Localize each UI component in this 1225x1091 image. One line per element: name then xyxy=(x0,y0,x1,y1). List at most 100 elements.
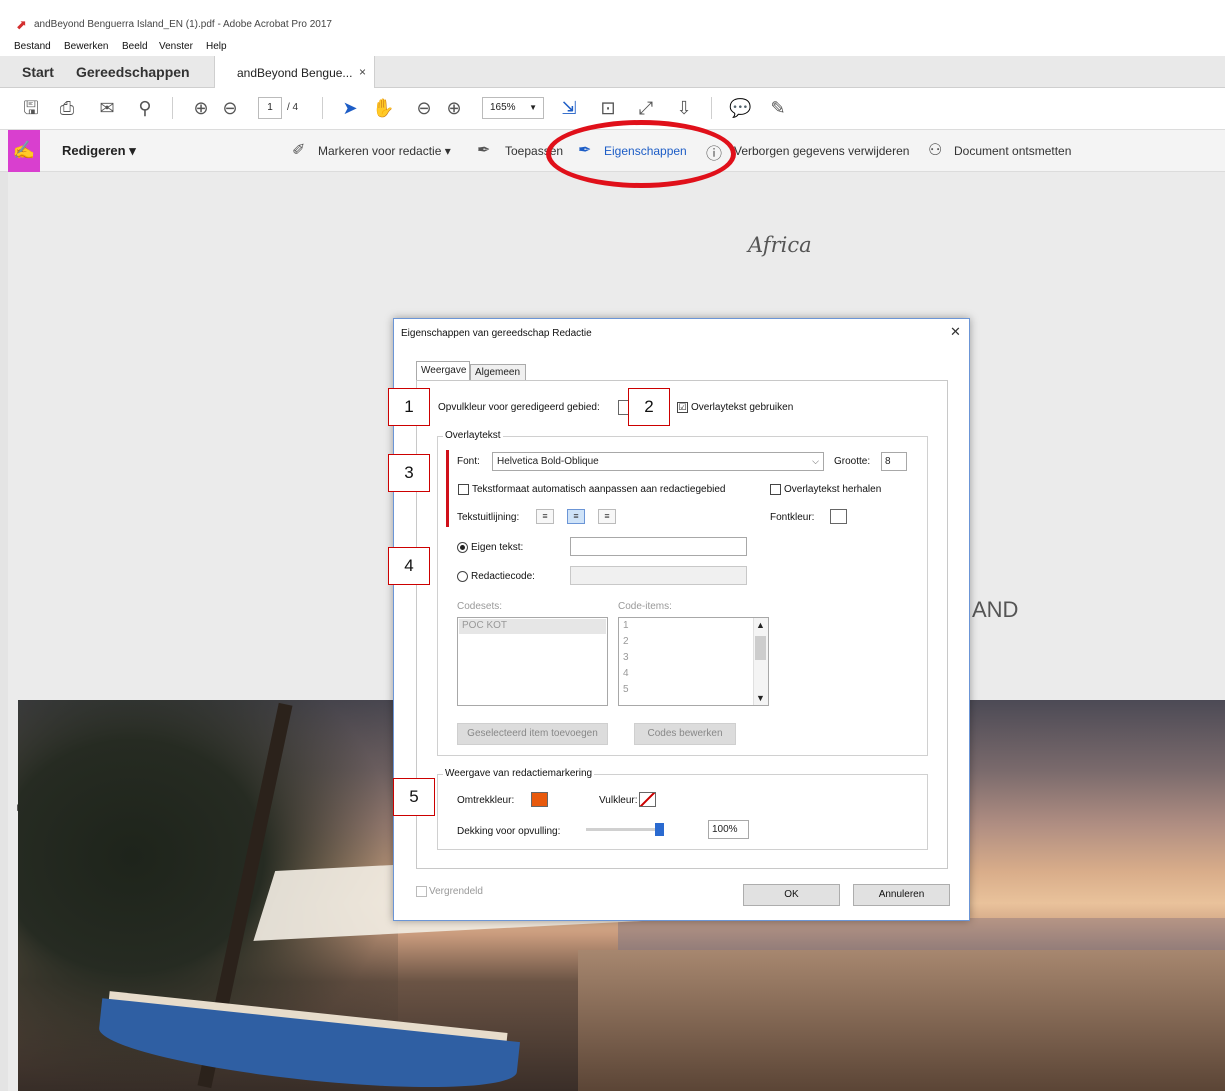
sanitize-button[interactable]: Document ontsmetten xyxy=(954,144,1071,158)
close-tab-icon[interactable]: × xyxy=(359,65,366,79)
outline-color-swatch[interactable] xyxy=(531,792,548,807)
dialog-title: Eigenschappen van gereedschap Redactie xyxy=(401,328,592,339)
tab-weergave[interactable]: Weergave xyxy=(416,361,470,381)
tab-algemeen[interactable]: Algemeen xyxy=(470,364,526,381)
callout-5: 5 xyxy=(393,778,435,816)
tab-start[interactable]: Start xyxy=(22,64,54,80)
opacity-slider[interactable] xyxy=(586,828,658,831)
font-color-label: Fontkleur: xyxy=(770,512,815,523)
fit-page-icon[interactable]: ⇲ xyxy=(558,97,580,119)
outline-color-label: Omtrekkleur: xyxy=(457,795,515,806)
weergave-panel: Opvulkleur voor geredigeerd gebied: ☑ Ov… xyxy=(416,380,948,869)
list-item[interactable]: POC KOT xyxy=(462,620,507,631)
tab-tools[interactable]: Gereedschappen xyxy=(76,64,190,80)
redaction-properties-dialog: Eigenschappen van gereedschap Redactie ✕… xyxy=(393,318,970,921)
scroll-up-icon[interactable]: ▲ xyxy=(756,620,765,630)
marking-group: Weergave van redactiemarkering xyxy=(437,768,928,850)
autosize-checkbox[interactable] xyxy=(458,484,469,495)
align-center-icon[interactable]: ≡ xyxy=(567,509,585,524)
code-items-list[interactable]: 1 2 3 4 5 ▲ ▼ xyxy=(618,617,769,706)
menu-beeld[interactable]: Beeld xyxy=(122,41,148,52)
no-fill-swatch[interactable] xyxy=(639,792,656,807)
rotate-icon[interactable]: ⊡ xyxy=(597,97,619,119)
scroll-down-icon[interactable]: ▼ xyxy=(756,693,765,703)
chevron-down-icon: ▼ xyxy=(529,103,537,112)
sea xyxy=(618,918,1225,954)
zoom-in-icon[interactable]: ⊕ xyxy=(443,97,465,119)
scrollbar[interactable]: ▲ ▼ xyxy=(753,618,768,705)
edit-codes-button[interactable]: Codes bewerken xyxy=(634,723,736,745)
select-cursor-icon[interactable]: ➤ xyxy=(339,97,361,119)
list-item[interactable]: 1 xyxy=(623,620,629,631)
locked-label: Vergrendeld xyxy=(429,886,483,897)
sanitize-icon: ⚇ xyxy=(928,142,943,159)
locked-checkbox[interactable] xyxy=(416,886,427,897)
list-item[interactable]: 5 xyxy=(623,684,629,695)
menu-bewerken[interactable]: Bewerken xyxy=(64,41,108,52)
font-select[interactable]: Helvetica Bold-Oblique ⌵ xyxy=(492,452,824,471)
menu-bar: Bestand Bewerken Beeld Venster Help xyxy=(0,38,1225,54)
document-heading-africa: Africa xyxy=(748,233,812,257)
size-label: Grootte: xyxy=(834,456,871,467)
opacity-label: Dekking voor opvulling: xyxy=(457,826,561,837)
opacity-slider-thumb[interactable] xyxy=(655,823,664,836)
font-label: Font: xyxy=(457,456,480,467)
autosize-label: Tekstformaat automatisch aanpassen aan r… xyxy=(472,484,726,495)
menu-bestand[interactable]: Bestand xyxy=(14,41,51,52)
font-color-swatch[interactable] xyxy=(830,509,847,524)
email-icon[interactable]: ✉ xyxy=(96,97,118,119)
add-item-button[interactable]: Geselecteerd item toevoegen xyxy=(457,723,608,745)
code-items-label: Code-items: xyxy=(618,601,672,612)
cancel-button[interactable]: Annuleren xyxy=(853,884,950,906)
menu-help[interactable]: Help xyxy=(206,41,227,52)
codesets-list[interactable]: POC KOT xyxy=(457,617,608,706)
align-left-icon[interactable]: ≡ xyxy=(536,509,554,524)
scroll-thumb[interactable] xyxy=(755,636,766,660)
font-value: Helvetica Bold-Oblique xyxy=(497,456,599,467)
redaction-code-input xyxy=(570,566,747,585)
full-screen-icon[interactable]: ⤢ xyxy=(635,97,657,119)
align-right-icon[interactable]: ≡ xyxy=(598,509,616,524)
tab-document-label: andBeyond Bengue... xyxy=(237,66,353,80)
page-number-input[interactable]: 1 xyxy=(258,97,282,119)
print-icon[interactable]: ⎙ xyxy=(56,97,78,119)
comment-icon[interactable]: 💬 xyxy=(729,97,751,119)
remove-hidden-button[interactable]: Verborgen gegevens verwijderen xyxy=(734,144,909,158)
repeat-overlay-label: Overlaytekst herhalen xyxy=(784,484,882,495)
prev-page-icon[interactable]: ⊕ xyxy=(190,97,212,119)
scroll-mode-icon[interactable]: ⇩ xyxy=(673,97,695,119)
callout-4: 4 xyxy=(388,547,430,585)
custom-text-input[interactable] xyxy=(570,537,747,556)
annotation-bar xyxy=(446,450,449,527)
document-heading-island: AND xyxy=(972,597,1019,622)
zoom-out-icon[interactable]: ⊖ xyxy=(413,97,435,119)
close-icon[interactable]: ✕ xyxy=(950,324,961,340)
mark-redaction-button[interactable]: Markeren voor redactie ▾ xyxy=(318,144,451,158)
ok-button[interactable]: OK xyxy=(743,884,840,906)
alignment-label: Tekstuitlijning: xyxy=(457,512,520,523)
list-item[interactable]: 2 xyxy=(623,636,629,647)
mark-redaction-icon: ✐ xyxy=(292,142,306,159)
redact-title[interactable]: Redigeren ▾ xyxy=(62,143,136,159)
use-overlay-checkbox[interactable]: ☑ xyxy=(677,402,688,413)
highlight-pen-icon[interactable]: ✎ xyxy=(767,97,789,119)
chevron-down-icon: ⌵ xyxy=(812,456,819,466)
repeat-overlay-checkbox[interactable] xyxy=(770,484,781,495)
menu-venster[interactable]: Venster xyxy=(159,41,193,52)
redaction-code-label: Redactiecode: xyxy=(471,571,535,582)
save-icon[interactable]: 🖫 xyxy=(20,97,42,119)
window-title: andBeyond Benguerra Island_EN (1).pdf - … xyxy=(34,19,332,30)
redaction-code-radio[interactable] xyxy=(457,571,468,582)
list-item[interactable]: 3 xyxy=(623,652,629,663)
list-item[interactable]: 4 xyxy=(623,668,629,679)
size-input[interactable]: 8 xyxy=(881,452,907,471)
search-icon[interactable]: ⚲ xyxy=(134,97,156,119)
next-page-icon[interactable]: ⊖ xyxy=(219,97,241,119)
tab-document[interactable]: andBeyond Bengue... × xyxy=(214,56,375,88)
custom-text-label: Eigen tekst: xyxy=(471,542,524,553)
opacity-input[interactable]: 100% xyxy=(708,820,749,839)
hand-icon[interactable]: ✋ xyxy=(372,97,394,119)
zoom-select[interactable]: 165% ▼ xyxy=(482,97,544,119)
custom-text-radio[interactable] xyxy=(457,542,468,553)
zoom-value: 165% xyxy=(490,102,516,113)
